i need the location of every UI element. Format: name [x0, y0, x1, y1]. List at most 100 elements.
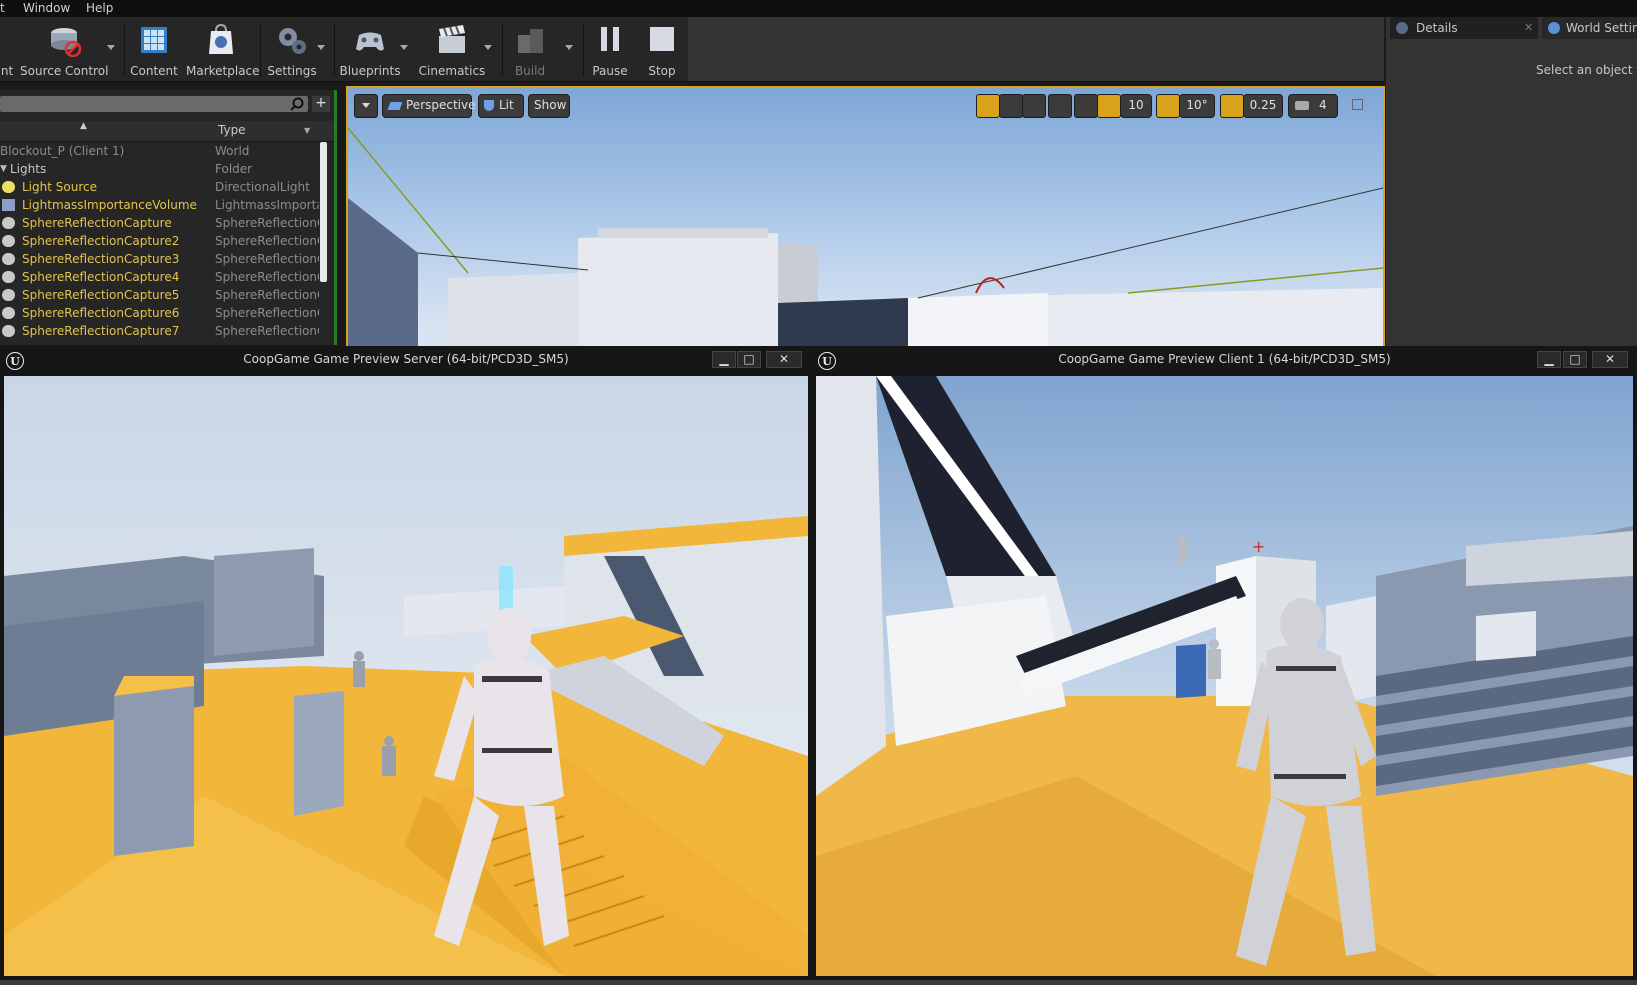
pause-button[interactable]: Pause [588, 21, 632, 78]
directional-light-icon [2, 181, 15, 193]
server-window-title: CoopGame Game Preview Server (64-bit/PCD… [243, 352, 569, 366]
menu-edit-cut[interactable]: t [0, 0, 5, 17]
details-empty-hint: Select an object to [1536, 63, 1637, 77]
build-dropdown-icon[interactable] [565, 45, 573, 50]
server-scene [4, 376, 808, 976]
clapperboard-icon [439, 25, 465, 53]
outliner-add-button[interactable]: + [312, 96, 330, 112]
close-icon[interactable]: ✕ [1524, 17, 1533, 39]
client-window-title: CoopGame Game Preview Client 1 (64-bit/P… [1058, 352, 1391, 366]
content-button[interactable]: Content [128, 21, 180, 78]
gear-icon [279, 28, 306, 54]
tab-details[interactable]: Details ✕ [1390, 17, 1538, 39]
pause-icon [601, 27, 619, 51]
camera-speed-button[interactable]: 4 [1288, 94, 1338, 118]
scale-snap-icon[interactable] [1220, 94, 1244, 118]
toolbar-separator [583, 23, 584, 77]
marketplace-button[interactable]: Marketplace [186, 21, 260, 78]
viewport-options-button[interactable] [354, 94, 378, 118]
client-scene: + [816, 376, 1633, 976]
build-button[interactable]: Build [508, 21, 552, 78]
world-local-globe-icon[interactable] [1048, 94, 1072, 118]
settings-button[interactable]: Settings [264, 21, 320, 78]
show-button[interactable]: Show [528, 94, 570, 118]
outliner-row[interactable]: SphereReflectionCapture7 SphereReflectio… [0, 322, 320, 340]
maximize-button[interactable]: □ [1563, 351, 1587, 368]
perspective-cube-icon [387, 102, 403, 110]
scale-snap-value[interactable]: 0.25 [1243, 94, 1283, 118]
minimize-button[interactable]: ▁ [1537, 351, 1561, 368]
marketplace-bag-icon [209, 23, 233, 54]
server-game-window: U CoopGame Game Preview Server (64-bit/P… [0, 346, 812, 980]
server-title-bar: U CoopGame Game Preview Server (64-bit/P… [0, 346, 812, 374]
scale-tool-icon[interactable] [1022, 94, 1046, 118]
outliner-row[interactable]: LightmassImportanceVolume LightmassImpor… [0, 196, 320, 214]
reflection-capture-icon [2, 307, 15, 319]
menu-window[interactable]: Window [23, 0, 70, 17]
tab-world-settings[interactable]: World Setting [1542, 17, 1637, 39]
outliner-row[interactable]: SphereReflectionCapture5 SphereReflectio… [0, 286, 320, 304]
maximize-button[interactable]: □ [737, 351, 761, 368]
toolbar-separator [502, 23, 503, 77]
settings-dropdown-icon[interactable] [317, 45, 325, 50]
grid-snap-icon[interactable] [1097, 94, 1121, 118]
expand-arrow-icon[interactable]: ▼ [0, 160, 7, 178]
outliner-scrollbar[interactable] [320, 142, 327, 282]
outliner-row[interactable]: Light Source DirectionalLight [0, 178, 320, 196]
outliner-row[interactable]: SphereReflectionCapture3 SphereReflectio… [0, 250, 320, 268]
outliner-row[interactable]: SphereReflectionCapture2 SphereReflectio… [0, 232, 320, 250]
client-game-view[interactable]: + [816, 376, 1633, 976]
surface-snap-icon[interactable] [1074, 94, 1098, 118]
outliner-row[interactable]: SphereReflectionCapture4 SphereReflectio… [0, 268, 320, 286]
menu-help[interactable]: Help [86, 0, 113, 17]
reflection-capture-icon [2, 271, 15, 283]
perspective-button[interactable]: Perspective [382, 94, 476, 118]
outliner-row[interactable]: SphereReflectionCapture SphereReflection… [0, 214, 320, 232]
chevron-down-icon [362, 103, 370, 108]
rotate-tool-icon[interactable] [999, 94, 1023, 118]
rotation-snap-icon[interactable] [1156, 94, 1180, 118]
stop-icon [650, 27, 674, 51]
build-blocks-icon [518, 29, 543, 53]
content-browser-icon [141, 27, 167, 53]
sort-up-icon[interactable]: ▲ [80, 121, 87, 131]
camera-icon [1295, 101, 1309, 110]
world-outliner: + ▲ Type ▼ Blockout_P (Client 1) World ▼… [0, 90, 337, 345]
bottom-status-strip [0, 980, 1637, 985]
maximize-viewport-icon[interactable] [1352, 99, 1363, 110]
toolbar-cut-button[interactable]: nt [0, 21, 14, 78]
blueprints-dropdown-icon[interactable] [400, 45, 408, 50]
grid-snap-value[interactable]: 10 [1120, 94, 1152, 118]
gamepad-icon [356, 32, 384, 51]
search-icon [290, 97, 304, 111]
lit-button[interactable]: Lit [478, 94, 524, 118]
reflection-capture-icon [2, 235, 15, 247]
globe-icon [1548, 22, 1560, 34]
toolbar-separator [334, 23, 335, 77]
outliner-row-folder[interactable]: ▼ Lights Folder [0, 160, 320, 178]
translate-tool-icon[interactable] [976, 94, 1000, 118]
outliner-row[interactable]: SphereReflectionCapture6 SphereReflectio… [0, 304, 320, 322]
outliner-row-world[interactable]: Blockout_P (Client 1) World [0, 142, 320, 160]
info-icon [1396, 22, 1408, 34]
minimize-button[interactable]: ▁ [712, 351, 736, 368]
outliner-search-input[interactable] [0, 96, 308, 112]
volume-icon [2, 199, 15, 211]
source-control-button[interactable]: Source Control [20, 21, 108, 78]
source-control-icon [51, 28, 81, 57]
stop-button[interactable]: Stop [640, 21, 684, 78]
rotation-snap-value[interactable]: 10° [1179, 94, 1215, 118]
cinematics-button[interactable]: Cinematics [418, 21, 486, 78]
blueprints-button[interactable]: Blueprints [338, 21, 402, 78]
toolbar-empty-area [688, 17, 1384, 81]
level-viewport[interactable]: Perspective Lit Show 10 10° 0.25 4 [346, 86, 1385, 353]
column-type-header[interactable]: Type [218, 123, 246, 137]
close-button[interactable]: ✕ [766, 351, 802, 368]
cinematics-dropdown-icon[interactable] [484, 45, 492, 50]
close-button[interactable]: ✕ [1592, 351, 1628, 368]
reflection-capture-icon [2, 289, 15, 301]
source-control-dropdown-icon[interactable] [107, 45, 115, 50]
server-game-view[interactable] [4, 376, 808, 976]
column-options-icon[interactable]: ▼ [304, 126, 310, 135]
client-title-bar: U CoopGame Game Preview Client 1 (64-bit… [812, 346, 1637, 374]
